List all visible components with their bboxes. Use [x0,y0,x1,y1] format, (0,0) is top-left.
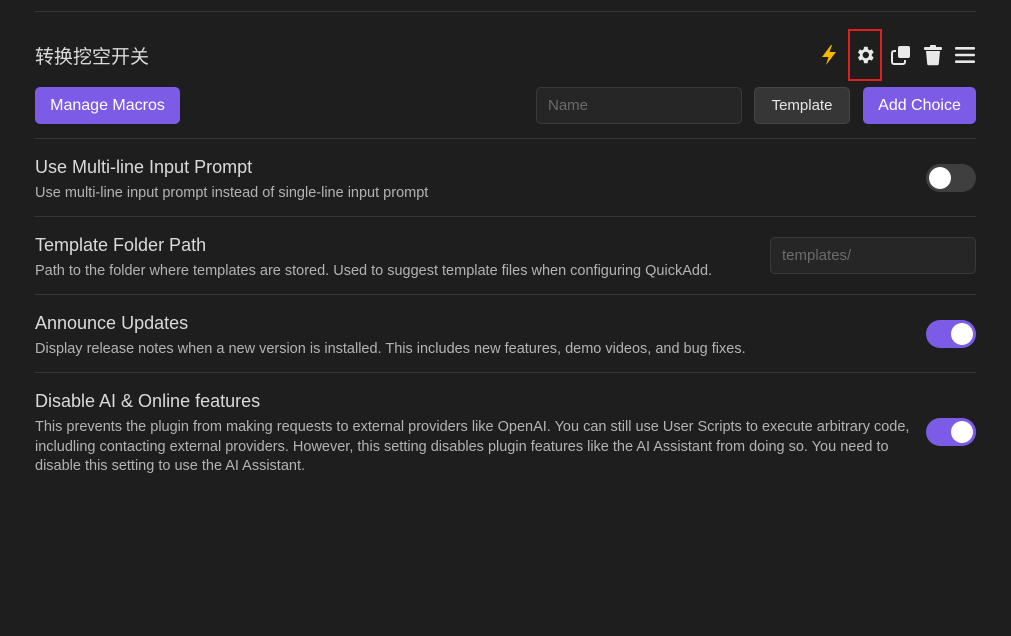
choice-name: 转换挖空开关 [35,45,150,68]
setting-announce-updates: Announce Updates Display release notes w… [35,294,976,372]
duplicate-icon[interactable] [888,42,914,68]
menu-icon[interactable] [952,42,978,68]
toggle-knob [951,323,973,345]
setting-description: This prevents the plugin from making req… [35,419,910,474]
manage-macros-button[interactable]: Manage Macros [35,87,180,124]
quickadd-settings-page: 转换挖空开关 Manage Macros Name Template Add C… [0,0,1011,636]
choice-name-input[interactable] [536,87,742,124]
lightning-icon[interactable] [816,42,842,68]
setting-name: Use Multi-line Input Prompt [35,157,253,177]
trash-icon[interactable] [920,42,946,68]
multiline-toggle[interactable] [926,164,976,192]
setting-description: Display release notes when a new version… [35,341,746,357]
template-folder-input[interactable] [770,237,976,274]
setting-description: Path to the folder where templates are s… [35,263,713,279]
add-choice-button[interactable]: Add Choice [863,87,976,124]
choice-actions [816,29,978,81]
announce-updates-toggle[interactable] [926,320,976,348]
setting-multiline-input: Use Multi-line Input Prompt Use multi-li… [35,138,976,216]
setting-name: Announce Updates [35,313,189,333]
toggle-knob [929,167,951,189]
toggle-knob [951,421,973,443]
setting-name: Template Folder Path [35,235,207,255]
setting-description: Use multi-line input prompt instead of s… [35,185,429,201]
divider [35,11,976,12]
setting-disable-ai: Disable AI & Online features This preven… [35,372,976,482]
choice-toolbar: Manage Macros Template Add Choice [35,87,976,124]
gear-icon[interactable] [848,29,882,81]
disable-ai-toggle[interactable] [926,418,976,446]
choice-row: 转换挖空开关 [35,29,976,81]
setting-template-folder: Template Folder Path Path to the folder … [35,216,976,294]
template-type-button[interactable]: Template [754,87,850,124]
setting-name: Disable AI & Online features [35,391,261,411]
